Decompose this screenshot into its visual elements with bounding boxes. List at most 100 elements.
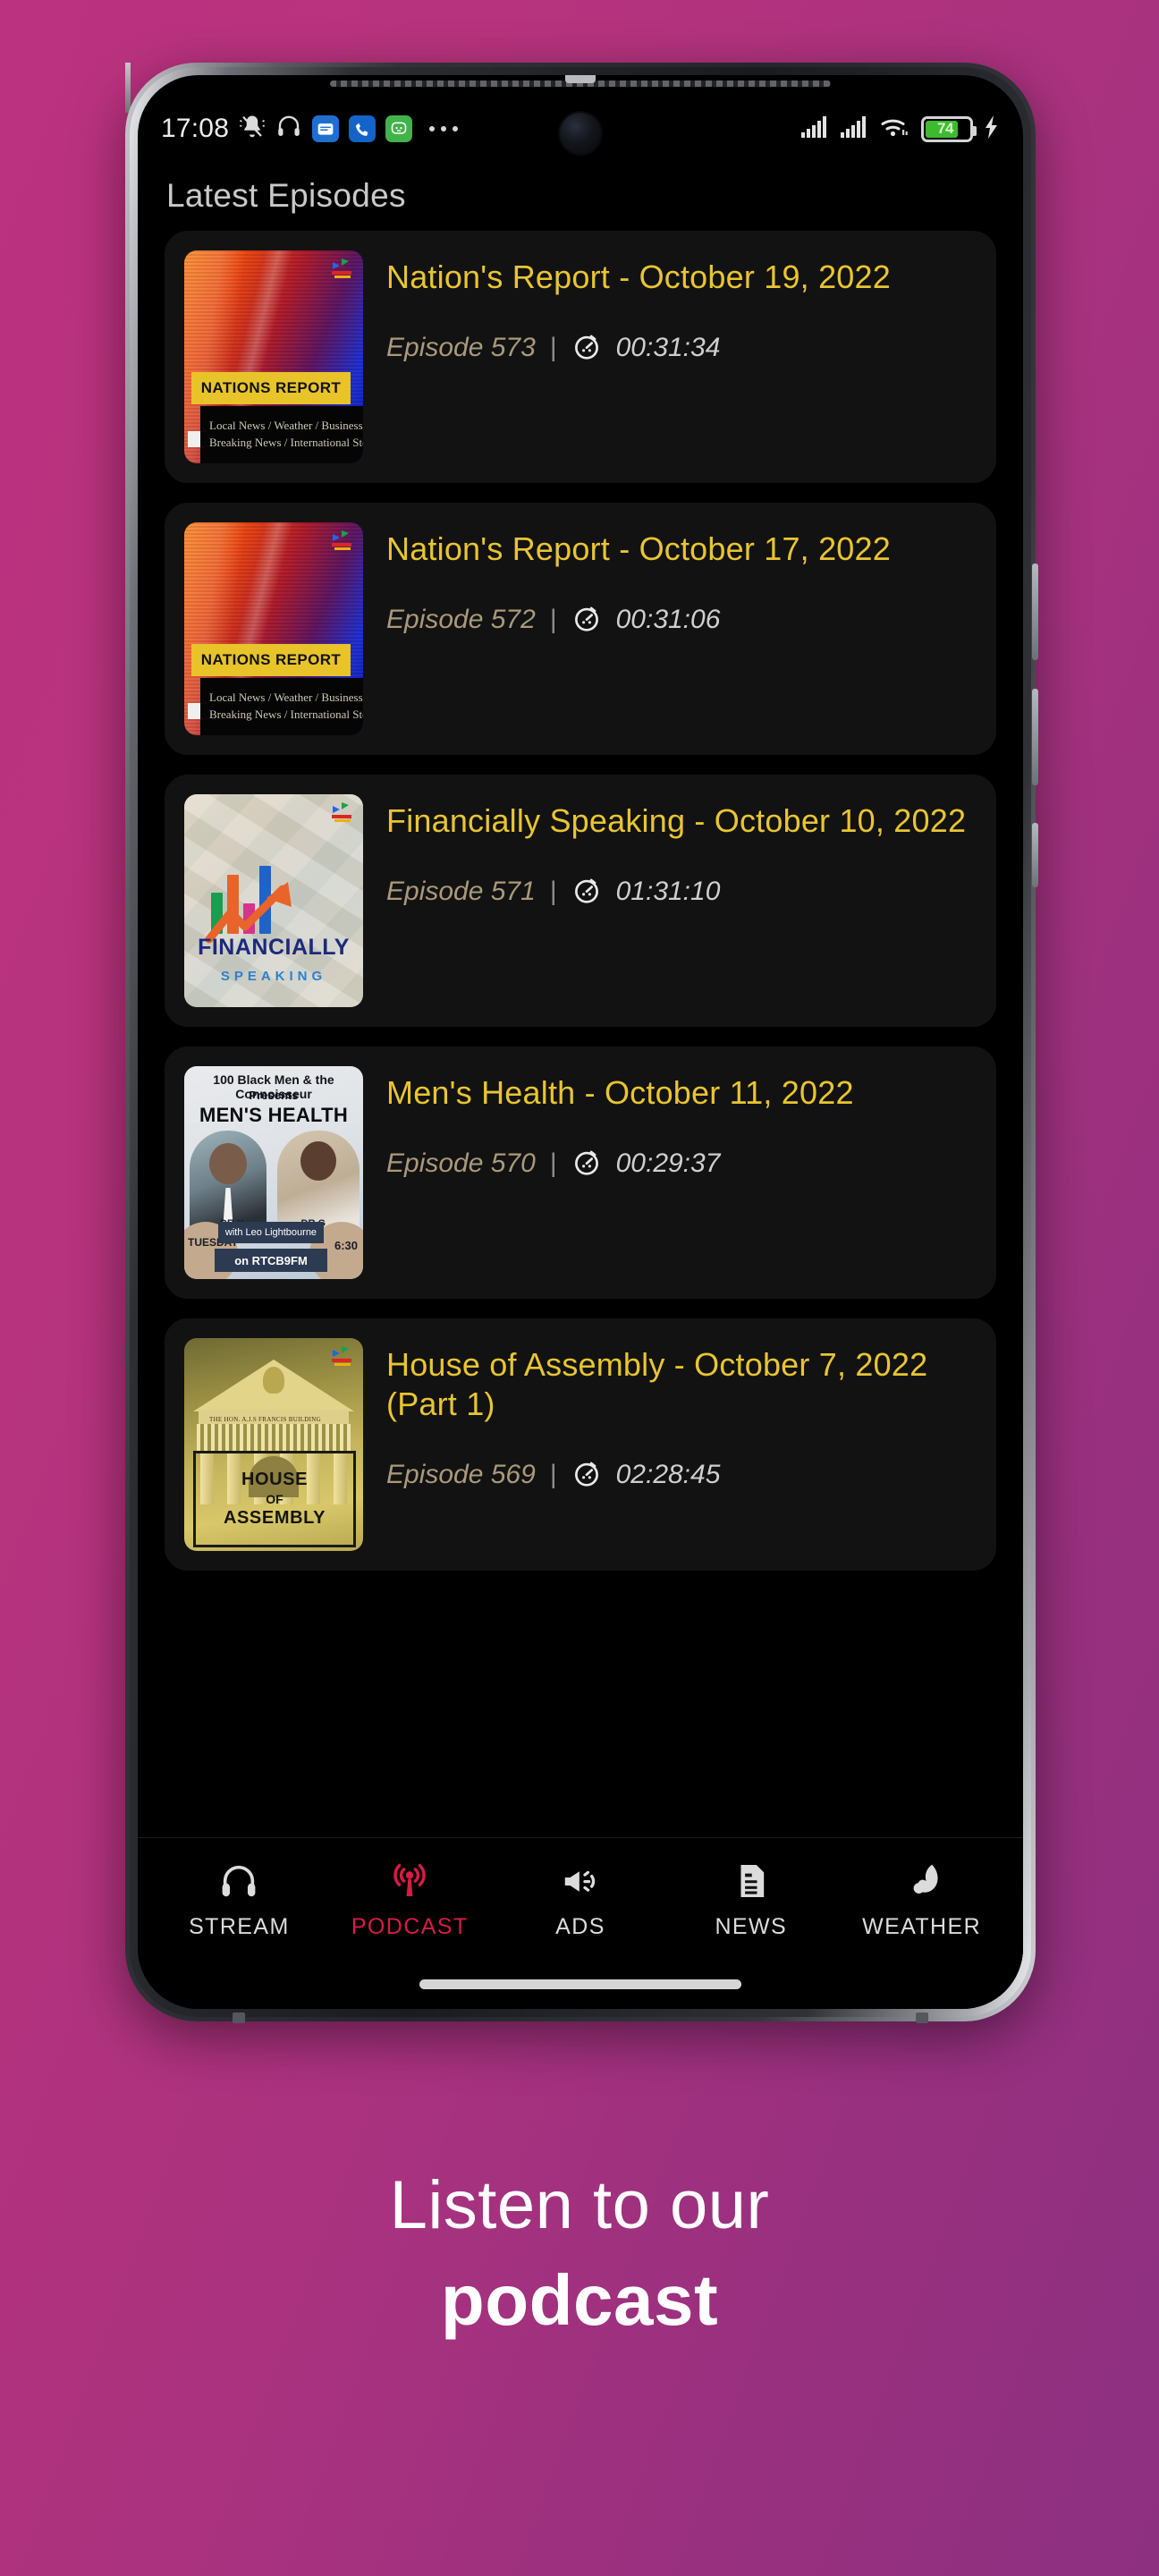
episode-separator: | [549,1148,557,1179]
signal-sim2-icon [841,115,869,143]
episode-subline: Episode 571 | 01:31:10 [386,875,977,910]
episode-duration: 00:31:34 [615,333,721,363]
gesture-home-bar[interactable] [419,1979,741,1989]
episode-thumbnail: NATIONS REPORT Local News / Weather / Bu… [184,522,363,735]
episode-meta: Men's Health - October 11, 2022 Episode … [386,1066,977,1182]
nav-item-news[interactable]: NEWS [666,1860,836,1940]
episode-number: Episode 571 [386,877,536,907]
episode-subline: Episode 573 | 00:31:34 [386,331,977,366]
episode-title: Financially Speaking - October 10, 2022 [386,802,967,839]
caption-line-1: Listen to our [389,2167,770,2243]
episode-card[interactable]: FINANCIALLY SPEAKING Financially Speakin… [165,775,996,1027]
phone-mockup: 17:08 74 Latest Episodes NATIONS REPORT … [125,63,1038,2023]
broadcast-icon [389,1860,430,1902]
stopwatch-icon [571,875,602,910]
app-content: Latest Episodes NATIONS REPORT Local New… [138,157,1023,2009]
bottom-port-left [233,2012,245,2023]
nav-label-stream: STREAM [189,1914,290,1939]
thumb-show-label: MEN'S HEALTH [199,1104,349,1126]
episode-meta: Nation's Report - October 19, 2022 Episo… [386,250,977,366]
nav-item-weather[interactable]: WEATHER [837,1860,1007,1940]
thumb-station-label: on RTCB9FM [234,1253,308,1267]
episode-separator: | [549,605,557,635]
stopwatch-icon [571,1458,602,1493]
left-side-button[interactable] [125,63,131,113]
status-bar-right: 74 [801,114,1000,143]
nav-label-news: NEWS [715,1914,788,1939]
bottom-navigation: STREAM PODCAST ADS NEWS WEATHER [138,1837,1023,1962]
volume-down-button[interactable] [1032,689,1038,785]
episode-number: Episode 569 [386,1460,536,1490]
episode-title: House of Assembly - October 7, 2022 (Par… [386,1346,928,1422]
thumb-title-line1: HOUSE [241,1470,309,1489]
wifi-icon [880,115,910,143]
episode-number: Episode 572 [386,605,536,635]
episode-list: NATIONS REPORT Local News / Weather / Bu… [138,231,1023,1571]
episode-card[interactable]: NATIONS REPORT Local News / Weather / Bu… [165,231,996,483]
episode-thumbnail: FINANCIALLY SPEAKING [184,794,363,1007]
thumb-title-label: FINANCIALLY [198,935,350,960]
episode-separator: | [549,877,557,907]
thumb-title-line2: OF [266,1492,283,1506]
episode-card[interactable]: 100 Black Men & the Connoisseur Presents… [165,1046,996,1299]
nav-item-stream[interactable]: STREAM [154,1860,324,1940]
nav-label-weather: WEATHER [862,1914,982,1939]
episode-thumbnail: NATIONS REPORT Local News / Weather / Bu… [184,250,363,463]
charging-bolt-icon [984,114,1000,143]
episode-subline: Episode 569 | 02:28:45 [386,1458,977,1493]
episode-meta: Financially Speaking - October 10, 2022 … [386,794,977,910]
thumb-banner-label: NATIONS REPORT [200,651,342,668]
status-bar: 17:08 74 [138,102,1023,156]
volume-up-button[interactable] [1032,564,1038,660]
speaker-nub [565,75,596,83]
caption-line-2: podcast [440,2259,719,2340]
moon-cloud-icon [901,1860,943,1902]
episode-card[interactable]: THE HON. A.J.S FRANCIS BUILDING HOUSE OF… [165,1318,996,1571]
station-logo-icon [332,802,351,822]
promo-caption: Listen to our podcast [0,2165,1159,2343]
bottom-port-right [916,2012,928,2023]
episode-meta: House of Assembly - October 7, 2022 (Par… [386,1338,977,1493]
battery-icon: 74 [921,115,977,142]
episode-title: Nation's Report - October 17, 2022 [386,530,891,567]
nav-label-ads: ADS [555,1914,605,1939]
status-bar-clock: 17:08 [161,114,230,143]
phone-app-icon [349,115,376,142]
messages-app-icon [312,115,340,142]
episode-meta: Nation's Report - October 17, 2022 Episo… [386,522,977,638]
more-dots-icon [429,126,459,131]
nav-item-ads[interactable]: ADS [495,1860,665,1940]
thumb-tagline-2: Breaking News / International Storie [209,708,363,721]
headset-icon [275,114,302,145]
episode-separator: | [549,1460,557,1490]
headphones-icon [218,1860,259,1902]
thumb-tagline-1: Local News / Weather / Business / [209,691,363,705]
stopwatch-icon [571,603,602,638]
stopwatch-icon [571,331,602,366]
episode-duration: 02:28:45 [615,1460,721,1490]
episode-thumbnail: THE HON. A.J.S FRANCIS BUILDING HOUSE OF… [184,1338,363,1551]
episode-title: Men's Health - October 11, 2022 [386,1074,854,1111]
thumb-subtitle-label: SPEAKING [220,969,327,984]
episode-number: Episode 570 [386,1148,536,1179]
status-bar-left: 17:08 [161,114,459,145]
thumb-tagline-1: Local News / Weather / Business / [209,419,363,433]
building-engraving-label: THE HON. A.J.S FRANCIS BUILDING [209,1416,322,1423]
episode-subline: Episode 572 | 00:31:06 [386,603,977,638]
thumb-title-line3: ASSEMBLY [223,1508,326,1528]
station-logo-icon [332,530,351,550]
episode-card[interactable]: NATIONS REPORT Local News / Weather / Bu… [165,503,996,755]
nav-item-podcast[interactable]: PODCAST [325,1860,495,1940]
phone-screen: 17:08 74 Latest Episodes NATIONS REPORT … [138,75,1023,2009]
power-button[interactable] [1032,823,1038,887]
signal-sim1-icon [801,115,830,143]
whatsapp-app-icon [385,115,413,142]
episode-subline: Episode 570 | 00:29:37 [386,1147,977,1182]
thumb-time-label: 6:30 [334,1239,358,1252]
bell-muted-icon [239,114,266,145]
episode-separator: | [549,333,557,363]
nav-label-podcast: PODCAST [351,1914,469,1939]
stopwatch-icon [571,1147,602,1182]
document-icon [731,1860,772,1902]
thumb-banner-label: NATIONS REPORT [200,379,342,396]
